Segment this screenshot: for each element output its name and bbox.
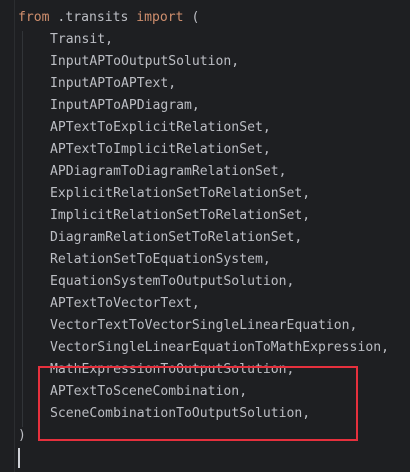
import-statement-line[interactable]: from .transits import ( (18, 7, 410, 29)
close-paren-line[interactable]: ) (18, 425, 410, 447)
code-block[interactable]: from .transits import ( Transit, InputAP… (18, 7, 410, 447)
import-item[interactable]: SceneCombinationToOutputSolution, (18, 403, 410, 425)
import-item[interactable]: InputAPToAPText, (18, 73, 410, 95)
import-item[interactable]: Transit, (18, 29, 410, 51)
import-item[interactable]: VectorSingleLinearEquationToMathExpressi… (18, 337, 410, 359)
import-item[interactable]: APTextToSceneCombination, (18, 381, 410, 403)
import-item[interactable]: RelationSetToEquationSystem, (18, 249, 410, 271)
import-item[interactable]: EquationSystemToOutputSolution, (18, 271, 410, 293)
import-item[interactable]: InputAPToAPDiagram, (18, 95, 410, 117)
text-cursor (18, 448, 20, 468)
keyword-import: import (136, 10, 184, 25)
import-item[interactable]: ExplicitRelationSetToRelationSet, (18, 183, 410, 205)
import-item[interactable]: DiagramRelationSetToRelationSet, (18, 227, 410, 249)
code-editor[interactable]: from .transits import ( Transit, InputAP… (0, 0, 410, 472)
import-item[interactable]: VectorTextToVectorSingleLinearEquation, (18, 315, 410, 337)
import-item[interactable]: ImplicitRelationSetToRelationSet, (18, 205, 410, 227)
import-item[interactable]: APTextToImplicitRelationSet, (18, 139, 410, 161)
import-item[interactable]: APTextToVectorText, (18, 293, 410, 315)
gutter-divider (14, 0, 15, 472)
module-name: .transits (49, 10, 137, 25)
open-paren: ( (183, 10, 200, 25)
import-item[interactable]: MathExpressionToOutputSolution, (18, 359, 410, 381)
import-item[interactable]: InputAPToOutputSolution, (18, 51, 410, 73)
keyword-from: from (18, 10, 50, 25)
import-item[interactable]: APTextToExplicitRelationSet, (18, 117, 410, 139)
import-item[interactable]: APDiagramToDiagramRelationSet, (18, 161, 410, 183)
